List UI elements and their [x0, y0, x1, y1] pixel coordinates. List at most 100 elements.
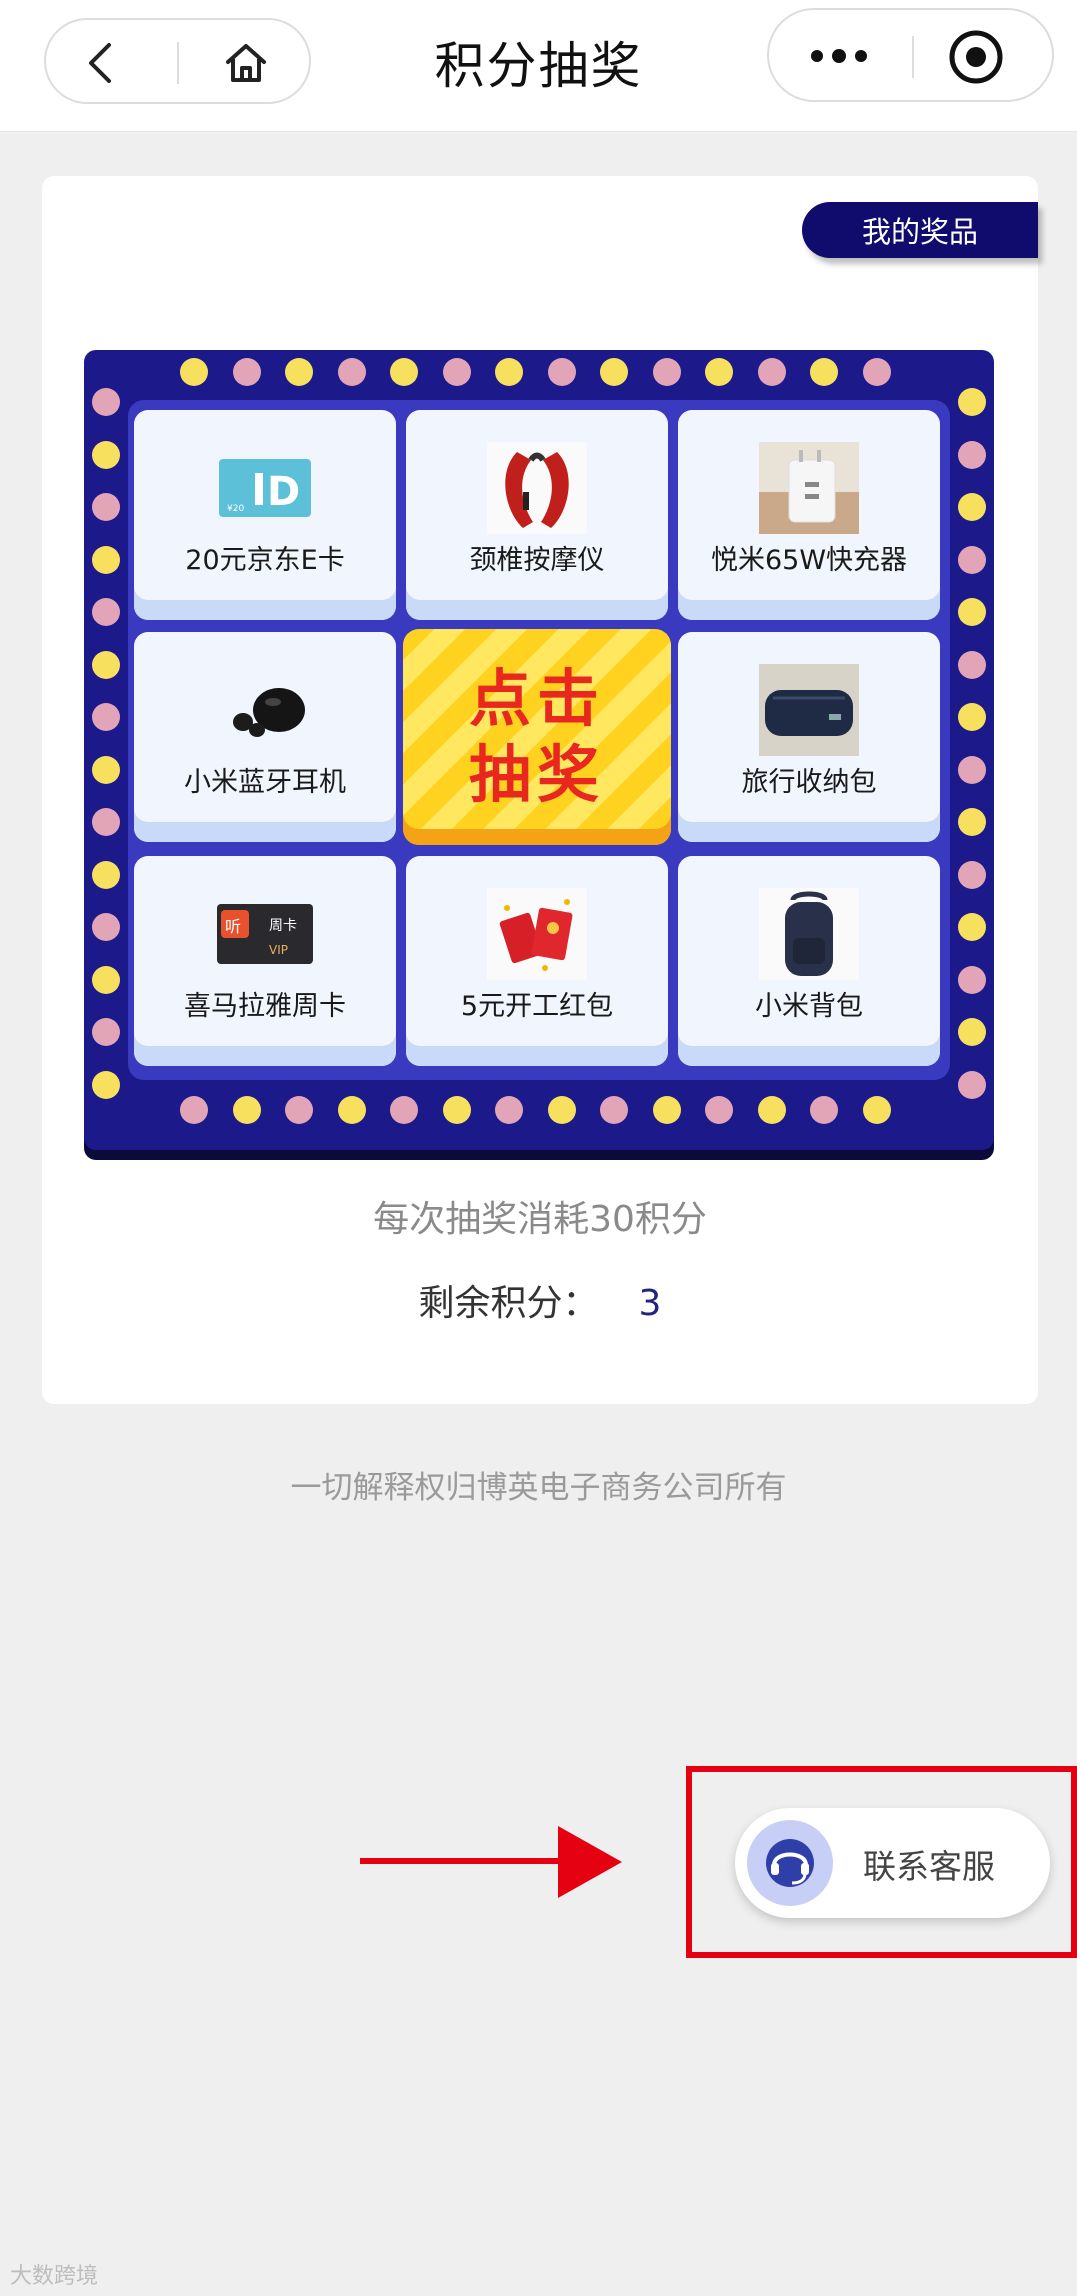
- target-circle-icon: [949, 30, 1003, 84]
- border-light-dot: [180, 1096, 208, 1124]
- border-light-dot: [547, 1096, 576, 1124]
- border-light-dot: [232, 1096, 261, 1124]
- border-light-dot: [390, 1096, 418, 1124]
- more-dots-icon: [811, 49, 867, 63]
- prize-label: 颈椎按摩仪: [469, 545, 605, 576]
- points-value: 3: [638, 1283, 662, 1324]
- border-light-dot: [862, 1096, 891, 1124]
- border-light-dot: [337, 358, 366, 386]
- border-light-dot: [958, 1070, 986, 1099]
- border-light-dot: [92, 440, 120, 469]
- svg-text:D: D: [267, 469, 300, 515]
- more-button[interactable]: [799, 34, 879, 78]
- border-light-dot: [958, 965, 986, 994]
- border-light-dot: [92, 1070, 120, 1099]
- border-light-dot: [92, 388, 120, 416]
- points-label: 剩余积分：: [418, 1283, 599, 1324]
- my-prizes-button[interactable]: 我的奖品: [802, 202, 1038, 258]
- border-light-dot: [958, 650, 986, 679]
- border-light-dot: [180, 358, 208, 386]
- border-light-dot: [92, 703, 120, 731]
- border-light-dot: [705, 358, 733, 386]
- border-light-dot: [958, 440, 986, 469]
- border-light-dot: [652, 1096, 681, 1124]
- border-light-dot: [495, 1096, 523, 1124]
- mini-program-capsule: [767, 8, 1054, 102]
- prize-label: 喜马拉雅周卡: [184, 991, 346, 1022]
- border-light-dot: [390, 358, 418, 386]
- border-light-dot: [285, 358, 313, 386]
- border-light-dot: [862, 358, 891, 386]
- border-light-dot: [92, 598, 120, 626]
- border-light-dot: [600, 1096, 628, 1124]
- prize-label: 悦米65W快充器: [710, 545, 908, 576]
- jd-card-icon: D ¥20: [215, 442, 315, 534]
- border-light-dot: [92, 913, 120, 941]
- red-envelope-icon: [487, 888, 587, 980]
- border-light-dot: [958, 388, 986, 416]
- close-button[interactable]: [947, 28, 1005, 86]
- cost-per-draw: 每次抽奖消耗30积分: [373, 1199, 707, 1240]
- border-light-dot: [337, 1096, 366, 1124]
- backpack-icon: [759, 888, 859, 980]
- prize-cell: 听 周卡 VIP 喜马拉雅周卡: [134, 856, 396, 1066]
- prize-label: 20元京东E卡: [185, 545, 345, 576]
- border-light-dot: [810, 1096, 838, 1124]
- border-light-dot: [958, 493, 986, 521]
- border-light-dot: [705, 1096, 733, 1124]
- annotation-arrow: [360, 1826, 622, 1898]
- neck-massager-icon: [487, 442, 587, 534]
- border-light-dot: [757, 358, 786, 386]
- contact-support-button[interactable]: 联系客服: [735, 1808, 1050, 1918]
- border-light-dot: [285, 1096, 313, 1124]
- border-light-dot: [958, 808, 986, 836]
- border-light-dot: [810, 358, 838, 386]
- headset-icon: [747, 1820, 833, 1906]
- border-light-dot: [958, 545, 986, 574]
- border-light-dot: [652, 358, 681, 386]
- border-light-dot: [958, 1018, 986, 1046]
- border-light-dot: [232, 358, 261, 386]
- border-light-dot: [757, 1096, 786, 1124]
- border-light-dot: [442, 1096, 471, 1124]
- border-light-dot: [958, 860, 986, 889]
- travel-bag-icon: [759, 664, 859, 756]
- border-light-dot: [92, 808, 120, 836]
- border-light-dot: [92, 545, 120, 574]
- prize-label: 5元开工红包: [460, 991, 614, 1022]
- prize-label: 小米背包: [755, 991, 863, 1022]
- border-light-dot: [442, 358, 471, 386]
- charger-icon: [759, 442, 859, 534]
- border-light-dot: [547, 358, 576, 386]
- watermark: 大数跨境: [10, 2264, 99, 2289]
- lottery-board: D ¥20 20元京东E卡 颈椎按摩仪 悦米65W快充器 小米蓝牙耳机 点击 抽奖…: [84, 350, 994, 1150]
- prize-cell: 悦米65W快充器: [678, 410, 940, 620]
- svg-text:听: 听: [225, 917, 241, 936]
- border-light-dot: [92, 493, 120, 521]
- rights-notice: 一切解释权归博英电子商务公司所有: [290, 1470, 787, 1506]
- ximalaya-card-icon: 听 周卡 VIP: [215, 888, 315, 980]
- contact-support-label: 联系客服: [863, 1847, 995, 1886]
- prize-cell: 旅行收纳包: [678, 632, 940, 842]
- draw-label-line2: 抽奖: [468, 738, 605, 811]
- capsule-divider: [912, 36, 914, 78]
- border-light-dot: [92, 965, 120, 994]
- prize-cell: 小米背包: [678, 856, 940, 1066]
- prize-cell: D ¥20 20元京东E卡: [134, 410, 396, 620]
- svg-text:VIP: VIP: [269, 943, 288, 957]
- top-bar: 积分抽奖: [0, 0, 1077, 132]
- border-light-dot: [92, 1018, 120, 1046]
- prize-cell: 颈椎按摩仪: [406, 410, 668, 620]
- border-light-dot: [600, 358, 628, 386]
- border-light-dot: [958, 703, 986, 731]
- border-light-dot: [958, 913, 986, 941]
- remaining-points-row: 剩余积分： 3: [42, 1274, 1038, 1326]
- border-light-dot: [92, 860, 120, 889]
- border-light-dot: [92, 650, 120, 679]
- svg-text:¥20: ¥20: [227, 504, 244, 514]
- draw-button[interactable]: 点击 抽奖: [403, 629, 671, 845]
- border-light-dot: [958, 598, 986, 626]
- svg-text:周卡: 周卡: [269, 918, 297, 934]
- prize-label: 小米蓝牙耳机: [184, 767, 346, 798]
- prize-label: 旅行收纳包: [741, 767, 877, 798]
